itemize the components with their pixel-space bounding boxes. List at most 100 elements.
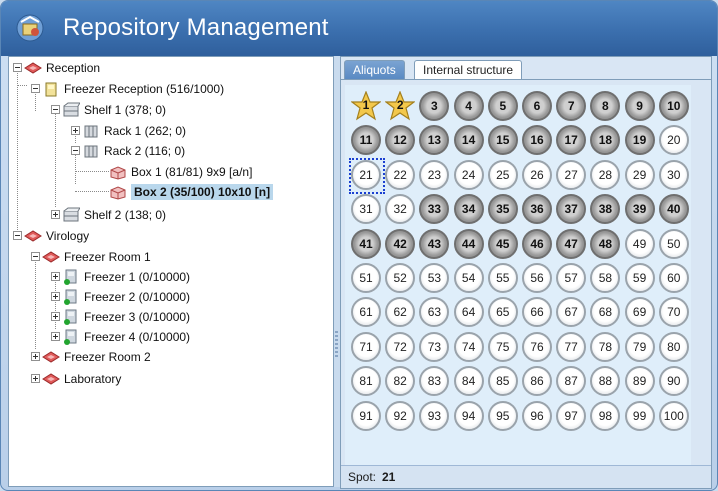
- box-spot[interactable]: 74: [453, 331, 484, 362]
- repository-tree[interactable]: Reception Freezer Reception (516/1000) She…: [9, 57, 333, 486]
- tree-node[interactable]: Rack 2 (116; 0): [9, 143, 333, 159]
- box-spot[interactable]: 60: [658, 263, 689, 293]
- box-spot[interactable]: 94: [453, 400, 484, 431]
- box-spot[interactable]: 28: [590, 159, 621, 190]
- expand-icon[interactable]: [51, 272, 60, 281]
- box-spot[interactable]: 42: [385, 228, 416, 259]
- box-spot[interactable]: 95: [487, 400, 518, 431]
- box-spot[interactable]: 17: [556, 125, 587, 156]
- box-spot[interactable]: 8: [590, 91, 621, 121]
- box-spot[interactable]: 54: [453, 263, 484, 293]
- box-spot[interactable]: 92: [385, 400, 416, 431]
- tree-node[interactable]: Freezer 3 (0/10000): [9, 309, 333, 325]
- tab-internal-structure[interactable]: Internal structure: [414, 60, 523, 79]
- box-spot[interactable]: 43: [419, 228, 450, 259]
- tree-node[interactable]: Box 1 (81/81) 9x9 [a/n]: [9, 164, 333, 180]
- box-spot[interactable]: 29: [624, 159, 655, 190]
- box-spot[interactable]: 58: [590, 263, 621, 293]
- box-spot[interactable]: 87: [556, 366, 587, 397]
- box-spot[interactable]: 65: [487, 297, 518, 328]
- box-spot[interactable]: 37: [556, 194, 587, 225]
- box-spot[interactable]: 77: [556, 331, 587, 362]
- tree-node[interactable]: Freezer Room 1: [9, 249, 333, 265]
- box-spot[interactable]: 34: [453, 194, 484, 225]
- box-spot[interactable]: 76: [522, 331, 552, 362]
- tree-node[interactable]: Virology: [9, 228, 333, 244]
- box-spot[interactable]: 69: [624, 297, 655, 328]
- tab-aliquots[interactable]: Aliquots: [344, 60, 405, 79]
- box-spot[interactable]: 79: [624, 331, 655, 362]
- box-spot[interactable]: 100: [658, 400, 689, 431]
- box-spot[interactable]: 83: [419, 366, 450, 397]
- box-spot[interactable]: 57: [556, 263, 587, 293]
- box-spot[interactable]: 23: [419, 159, 450, 190]
- box-spot[interactable]: 64: [453, 297, 484, 328]
- splitter-grip[interactable]: [335, 331, 338, 357]
- box-spot[interactable]: 78: [590, 331, 621, 362]
- box-spot[interactable]: 16: [522, 125, 552, 156]
- box-spot[interactable]: 70: [658, 297, 689, 328]
- box-spot[interactable]: 55: [487, 263, 518, 293]
- expand-icon[interactable]: [71, 126, 80, 135]
- box-spot[interactable]: 62: [385, 297, 416, 328]
- box-spot[interactable]: 15: [487, 125, 518, 156]
- box-spot[interactable]: 89: [624, 366, 655, 397]
- box-spot[interactable]: 19: [624, 125, 655, 156]
- box-spot[interactable]: 24: [453, 159, 484, 190]
- box-spot[interactable]: 73: [419, 331, 450, 362]
- collapse-icon[interactable]: [31, 252, 40, 261]
- collapse-icon[interactable]: [13, 63, 22, 72]
- box-spot[interactable]: 49: [624, 228, 655, 259]
- box-spot[interactable]: 9: [624, 91, 655, 121]
- box-spot[interactable]: 45: [487, 228, 518, 259]
- box-spot[interactable]: 22: [385, 159, 416, 190]
- box-spot[interactable]: 93: [419, 400, 450, 431]
- box-spot[interactable]: 11: [351, 125, 381, 156]
- box-spot[interactable]: 97: [556, 400, 587, 431]
- box-spot[interactable]: 53: [419, 263, 450, 293]
- box-spot[interactable]: 33: [419, 194, 450, 225]
- box-spot[interactable]: 98: [590, 400, 621, 431]
- box-spot[interactable]: 67: [556, 297, 587, 328]
- box-spot[interactable]: 84: [453, 366, 484, 397]
- box-spot[interactable]: 52: [385, 263, 416, 293]
- tree-node[interactable]: Box 2 (35/100) 10x10 [n]: [9, 184, 333, 200]
- tree-node[interactable]: Freezer Room 2: [9, 349, 333, 365]
- expand-icon[interactable]: [51, 312, 60, 321]
- tree-node[interactable]: Freezer 4 (0/10000): [9, 329, 333, 345]
- collapse-icon[interactable]: [51, 105, 60, 114]
- box-spot[interactable]: 13: [419, 125, 450, 156]
- box-spot[interactable]: 72: [385, 331, 416, 362]
- box-spot[interactable]: 82: [385, 366, 416, 397]
- box-spot[interactable]: 56: [522, 263, 552, 293]
- box-spot[interactable]: 80: [658, 331, 689, 362]
- box-spot[interactable]: 38: [590, 194, 621, 225]
- box-spot[interactable]: 71: [351, 331, 381, 362]
- tree-node[interactable]: Reception: [9, 60, 333, 76]
- box-spot[interactable]: 6: [522, 91, 552, 121]
- box-spot[interactable]: 88: [590, 366, 621, 397]
- expand-icon[interactable]: [51, 292, 60, 301]
- collapse-icon[interactable]: [13, 231, 22, 240]
- tree-node[interactable]: Freezer Reception (516/1000): [9, 81, 333, 97]
- box-spot[interactable]: 2: [385, 91, 416, 121]
- box-spot[interactable]: 81: [351, 366, 381, 397]
- box-spot[interactable]: 4: [453, 91, 484, 121]
- box-spot[interactable]: 5: [487, 91, 518, 121]
- box-spot[interactable]: 31: [351, 194, 381, 225]
- box-spot[interactable]: 96: [522, 400, 552, 431]
- tree-node[interactable]: Shelf 1 (378; 0): [9, 102, 333, 118]
- box-spot[interactable]: 39: [624, 194, 655, 225]
- box-spot[interactable]: 3: [419, 91, 450, 121]
- tree-node[interactable]: Rack 1 (262; 0): [9, 123, 333, 139]
- tree-node[interactable]: Laboratory: [9, 371, 333, 387]
- box-spot[interactable]: 32: [385, 194, 416, 225]
- collapse-icon[interactable]: [31, 84, 40, 93]
- box-spot[interactable]: 14: [453, 125, 484, 156]
- box-spot[interactable]: 66: [522, 297, 552, 328]
- box-spot[interactable]: 25: [487, 159, 518, 190]
- box-spot[interactable]: 26: [522, 159, 552, 190]
- box-spot[interactable]: 91: [351, 400, 381, 431]
- box-spot[interactable]: 47: [556, 228, 587, 259]
- expand-icon[interactable]: [31, 352, 40, 361]
